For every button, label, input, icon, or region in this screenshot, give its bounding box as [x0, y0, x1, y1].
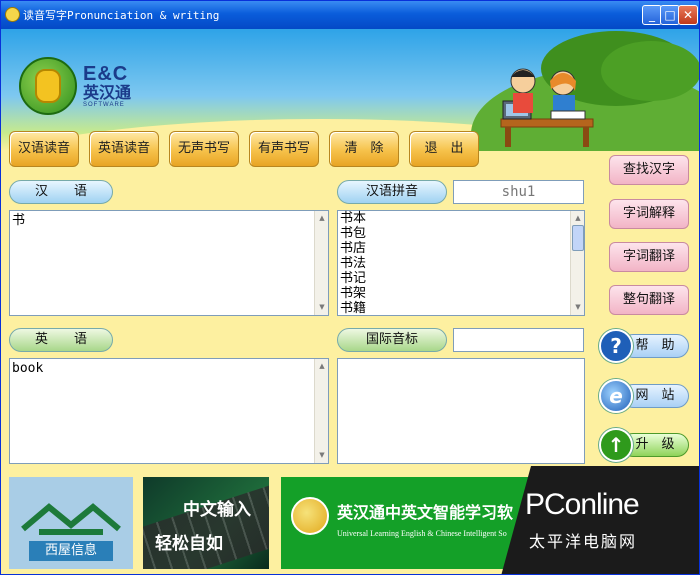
scroll-up-icon[interactable]: ▲ [316, 360, 328, 373]
window-title: 读音写字Pronunciation & writing [23, 9, 220, 22]
brand-logo-icon [19, 57, 77, 115]
word-translate-button[interactable]: 字词翻译 [609, 242, 689, 272]
pconline-watermark: PConline 太平洋电脑网 [501, 466, 699, 574]
help-button[interactable]: 帮 助 ? [599, 329, 691, 363]
tree-foliage-small [601, 41, 699, 101]
sentence-translate-button[interactable]: 整句翻译 [609, 285, 689, 315]
english-text: book [12, 361, 44, 376]
list-item[interactable]: 书店 [338, 241, 584, 256]
question-icon: ? [599, 329, 633, 363]
voiced-writing-button[interactable]: 有声书写 [249, 131, 319, 167]
silent-writing-button[interactable]: 无声书写 [169, 131, 239, 167]
chinese-scrollbar[interactable]: ▲ ▼ [314, 211, 328, 315]
find-character-button[interactable]: 查找汉字 [609, 155, 689, 185]
ipa-textarea[interactable] [337, 358, 585, 464]
maximize-button[interactable]: □ [660, 5, 680, 25]
list-item[interactable]: 书记 [338, 271, 584, 286]
scroll-up-icon[interactable]: ▲ [316, 212, 328, 225]
chinese-pronounce-button[interactable]: 汉语读音 [9, 131, 79, 167]
minimize-button[interactable]: _ [642, 5, 662, 25]
brand-name: E&C [83, 63, 129, 85]
ad-westhouse[interactable]: 西屋信息 [9, 477, 133, 569]
watermark-text: PConline [525, 488, 640, 521]
brand-text: E&C 英汉通 SOFTWARE [83, 63, 131, 108]
list-item[interactable]: 书法 [338, 256, 584, 271]
ad3-title: 英汉通中英文智能学习软 [337, 503, 514, 522]
scroll-up-icon[interactable]: ▲ [572, 212, 584, 225]
app-icon [5, 7, 20, 22]
scroll-thumb[interactable] [572, 225, 584, 251]
scroll-down-icon[interactable]: ▼ [316, 449, 328, 462]
english-scrollbar[interactable]: ▲ ▼ [314, 359, 328, 463]
chinese-textarea[interactable]: 书 ▲ ▼ [9, 210, 329, 316]
scroll-down-icon[interactable]: ▼ [316, 301, 328, 314]
ipa-label: 国际音标 [337, 328, 447, 352]
english-textarea[interactable]: book ▲ ▼ [9, 358, 329, 464]
ipa-input[interactable] [453, 328, 584, 352]
english-pronounce-button[interactable]: 英语读音 [89, 131, 159, 167]
chinese-text: 书 [12, 213, 26, 228]
ad3-subtitle: Universal Learning English & Chinese Int… [337, 529, 507, 538]
list-item[interactable]: 书架 [338, 286, 584, 301]
pinyin-label: 汉语拼音 [337, 180, 447, 204]
ad3-logo-icon [291, 497, 329, 535]
brand-subtitle: 英汉通 [83, 85, 132, 102]
pinyin-input[interactable]: shu1 [453, 180, 584, 204]
clear-button[interactable]: 清 除 [329, 131, 399, 167]
chinese-label: 汉 语 [9, 180, 113, 204]
upgrade-arrow-icon: ↑ [599, 428, 633, 462]
english-label: 英 语 [9, 328, 113, 352]
list-item[interactable]: 书籍 [338, 301, 584, 316]
thumb-icon [35, 69, 61, 103]
word-explain-button[interactable]: 字词解释 [609, 199, 689, 229]
app-window: 读音写字Pronunciation & writing _ □ ✕ E&C 英汉… [0, 0, 700, 575]
title-bar[interactable]: 读音写字Pronunciation & writing _ □ ✕ [1, 1, 699, 29]
ad2-line2: 轻松自如 [155, 534, 223, 554]
ad2-line1: 中文输入 [183, 500, 251, 520]
ad1-text: 西屋信息 [29, 541, 113, 561]
list-item[interactable]: 书包 [338, 226, 584, 241]
globe-icon: e [599, 379, 633, 413]
website-button[interactable]: 网 站 e [599, 379, 691, 413]
upgrade-button[interactable]: 升 级 ↑ [599, 428, 691, 462]
pinyin-list-scrollbar[interactable]: ▲ ▼ [570, 211, 584, 315]
close-button[interactable]: ✕ [678, 5, 698, 25]
list-item[interactable]: 书本 [338, 211, 584, 226]
scroll-down-icon[interactable]: ▼ [572, 301, 584, 314]
pinyin-word-list[interactable]: 书本 书包 书店 书法 书记 书架 书籍 ▲ ▼ [337, 210, 585, 316]
exit-button[interactable]: 退 出 [409, 131, 479, 167]
brand-tagline: SOFTWARE [83, 102, 125, 108]
watermark-sub: 太平洋电脑网 [529, 532, 638, 551]
ad-chinese-input[interactable]: 中文输入 轻松自如 [143, 477, 269, 569]
kids-illustration [500, 68, 594, 147]
